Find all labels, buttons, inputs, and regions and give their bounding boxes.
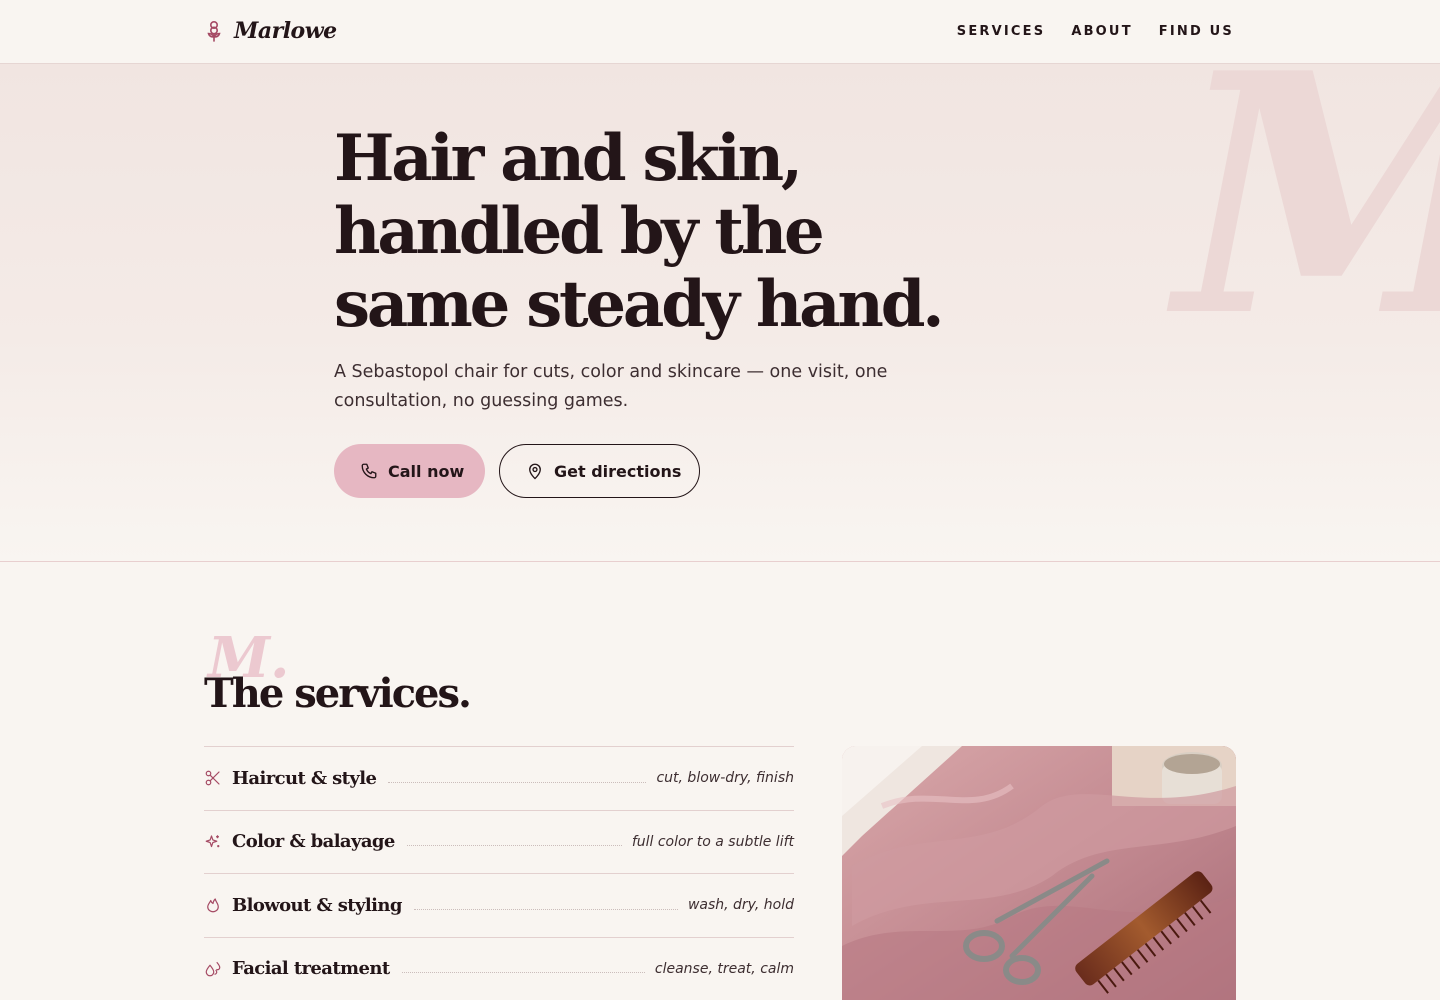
brand-logo[interactable]: Marlowe — [204, 18, 337, 44]
call-now-label: Call now — [388, 461, 465, 481]
services-photo — [842, 746, 1236, 1000]
nav-services[interactable]: SERVICES — [957, 24, 1046, 39]
dotted-leader — [413, 908, 678, 910]
main-nav: SERVICES ABOUT FIND US — [957, 24, 1234, 39]
dotted-leader — [388, 781, 647, 783]
hero-watermark: M — [1176, 64, 1440, 360]
scissors-icon — [205, 770, 220, 786]
service-description: cleanse, treat, calm — [654, 960, 794, 977]
hero-title-line-3: same steady hand. — [334, 267, 945, 342]
droplets-icon — [205, 961, 221, 977]
hero-title: Hair and skin, handled by the same stead… — [334, 122, 1034, 341]
phone-icon — [361, 463, 377, 479]
flame-icon — [207, 898, 219, 913]
list-item[interactable]: Haircut & style cut, blow-dry, finish — [204, 747, 794, 811]
service-description: cut, blow-dry, finish — [656, 770, 794, 787]
hero-section: M Hair and skin, handled by the same ste… — [0, 64, 1440, 562]
call-now-button[interactable]: Call now — [334, 444, 485, 498]
get-directions-label: Get directions — [554, 461, 682, 481]
list-item[interactable]: Blowout & styling wash, dry, hold — [204, 874, 794, 938]
hero-subtitle: A Sebastopol chair for cuts, color and s… — [334, 362, 888, 411]
service-name: Color & balayage — [232, 831, 395, 853]
nav-find-us[interactable]: FIND US — [1159, 24, 1234, 39]
sparkle-icon — [205, 835, 220, 847]
service-name: Haircut & style — [232, 767, 377, 789]
nav-about[interactable]: ABOUT — [1071, 24, 1132, 39]
hero-title-line-1: Hair and skin, — [334, 121, 803, 196]
map-pin-icon — [529, 463, 541, 480]
services-list: Haircut & style cut, blow-dry, finish Co… — [204, 746, 794, 1000]
site-header: Marlowe SERVICES ABOUT FIND US — [0, 0, 1440, 64]
service-name: Blowout & styling — [232, 894, 402, 916]
service-description: full color to a subtle lift — [631, 833, 794, 850]
get-directions-button[interactable]: Get directions — [499, 444, 700, 498]
service-description: wash, dry, hold — [687, 897, 794, 914]
brand-name: Marlowe — [234, 18, 337, 44]
dotted-leader — [406, 845, 622, 847]
dotted-leader — [401, 972, 645, 974]
hero-title-line-2: handled by the — [334, 194, 825, 269]
list-item[interactable]: Color & balayage full color to a subtle … — [204, 811, 794, 874]
service-name: Facial treatment — [232, 958, 390, 980]
list-item[interactable]: Facial treatment cleanse, treat, calm — [204, 938, 794, 1000]
services-title: The services. — [204, 670, 472, 717]
flower-icon — [207, 20, 221, 42]
